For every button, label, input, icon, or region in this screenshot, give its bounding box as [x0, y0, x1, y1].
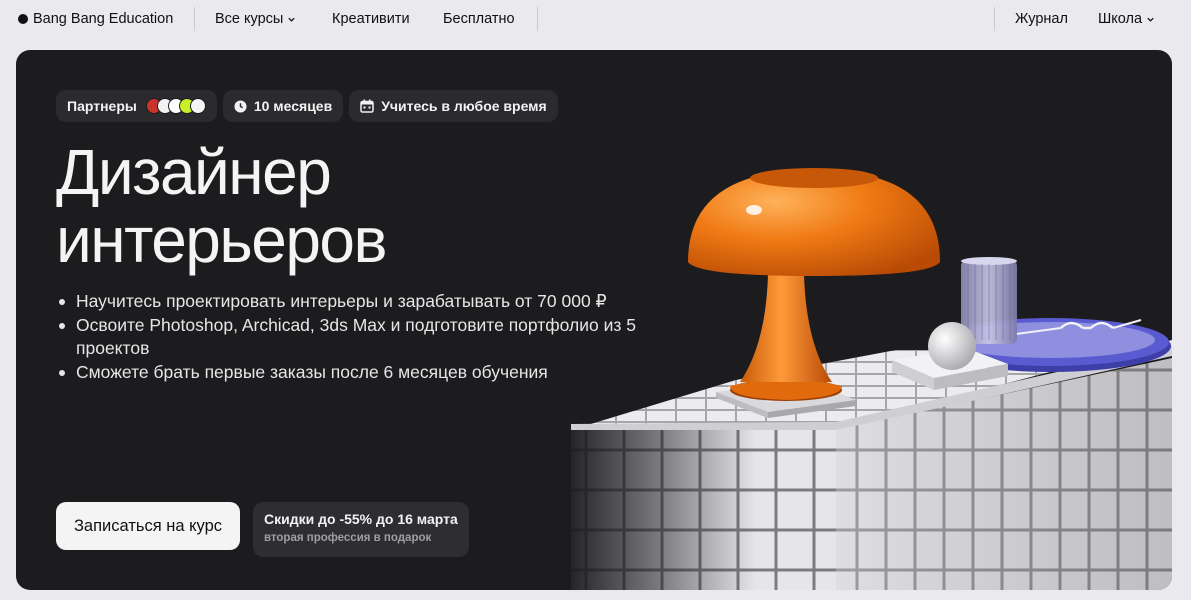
- dot-icon: [18, 14, 28, 24]
- nav-free-link[interactable]: Бесплатно: [443, 11, 515, 27]
- chevron-down-icon: [288, 17, 296, 22]
- hero-banner: Партнеры 10 месяцев Учитесь в любое врем…: [16, 50, 1172, 590]
- course-benefits-list: Научитесь проектировать интерьеры и зара…: [58, 290, 658, 384]
- partners-chip[interactable]: Партнеры: [56, 90, 217, 122]
- partner-logo-icon: [189, 98, 206, 114]
- benefit-item: Научитесь проектировать интерьеры и зара…: [58, 290, 658, 314]
- enroll-button[interactable]: Записаться на курс: [56, 502, 240, 550]
- duration-label: 10 месяцев: [253, 98, 333, 114]
- benefit-item: Освоите Photoshop, Archicad, 3ds Max и п…: [58, 314, 658, 361]
- course-info-chips: Партнеры 10 месяцев Учитесь в любое врем…: [56, 90, 558, 122]
- nav-journal-link[interactable]: Журнал: [1015, 11, 1068, 27]
- partners-label: Партнеры: [67, 98, 137, 114]
- nav-school-label: Школа: [1098, 11, 1143, 27]
- duration-chip: 10 месяцев: [222, 90, 344, 122]
- course-title-line-1: Дизайнер: [56, 136, 332, 208]
- nav-school-dropdown[interactable]: Школа: [1098, 11, 1155, 27]
- benefit-item: Сможете брать первые заказы после 6 меся…: [58, 361, 658, 385]
- top-navigation: Bang Bang Education Все курсы Креативити…: [0, 0, 1191, 38]
- partner-logos: [145, 98, 206, 114]
- chevron-down-icon: [1147, 17, 1154, 22]
- nav-divider: [194, 7, 195, 31]
- nav-creativity-link[interactable]: Креативити: [332, 11, 410, 27]
- brand-name: Bang Bang Education: [33, 11, 174, 27]
- promo-subtitle: вторая профессия в подарок: [264, 532, 432, 544]
- calendar-icon: [360, 99, 374, 113]
- nav-divider: [994, 7, 995, 31]
- discount-promo[interactable]: Скидки до -55% до 16 марта вторая профес…: [253, 502, 469, 557]
- clock-icon: [234, 99, 247, 113]
- nav-all-courses-dropdown[interactable]: Все курсы: [215, 11, 296, 27]
- nav-divider: [537, 7, 538, 31]
- course-title-line-2: интерьеров: [56, 204, 388, 276]
- nav-all-courses-label: Все курсы: [215, 11, 284, 27]
- promo-title: Скидки до -55% до 16 марта: [264, 511, 458, 527]
- schedule-label: Учитесь в любое время: [381, 98, 547, 114]
- course-title: Дизайнер интерьеров: [56, 136, 388, 276]
- brand-logo-link[interactable]: Bang Bang Education: [18, 11, 173, 27]
- schedule-chip: Учитесь в любое время: [349, 90, 558, 122]
